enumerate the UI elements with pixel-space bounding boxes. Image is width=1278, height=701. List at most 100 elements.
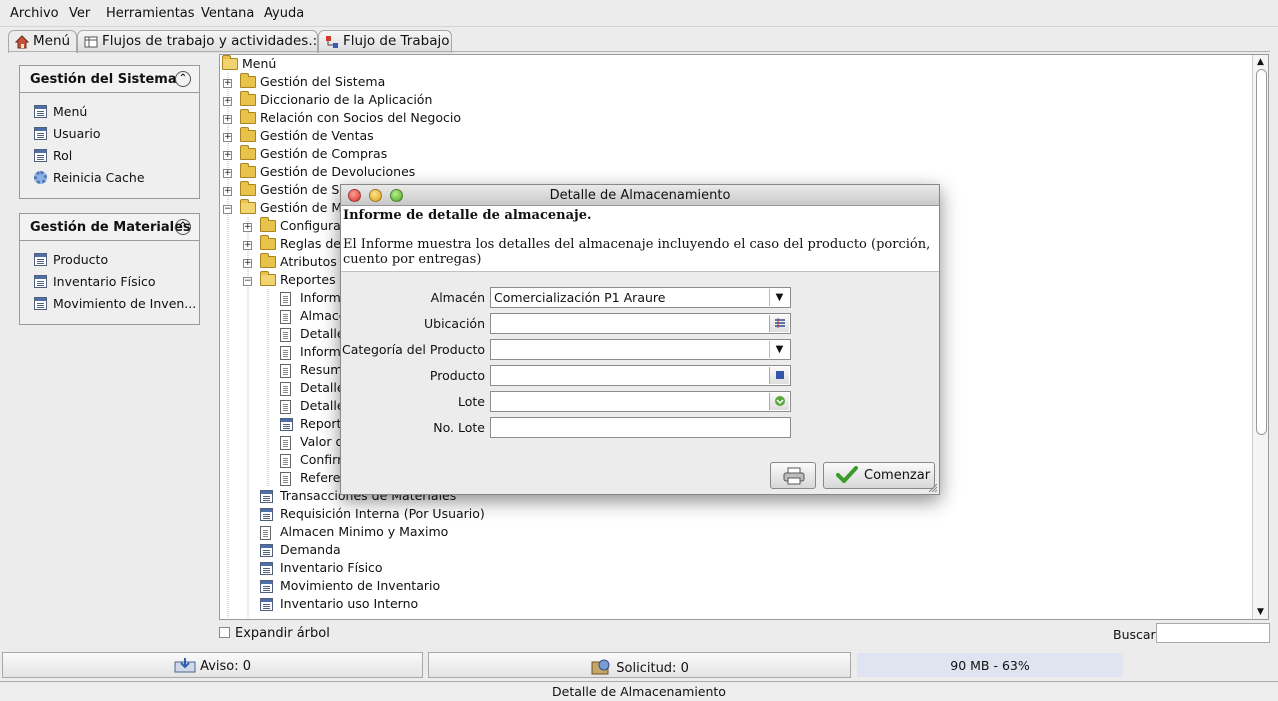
menu-bar: Archivo Ver Herramientas Ventana Ayuda (0, 0, 1278, 27)
lot-no-input[interactable] (490, 417, 791, 438)
lot-field[interactable] (490, 391, 791, 412)
window-icon (34, 297, 47, 310)
expand-icon[interactable]: + (223, 151, 232, 160)
start-button[interactable]: Comenzar (823, 462, 935, 489)
report-icon (280, 454, 291, 468)
warehouse-select[interactable]: Comercialización P1 Araure ▼ (490, 287, 791, 308)
folder-icon (240, 145, 256, 160)
location-field[interactable] (490, 313, 791, 334)
tab-bar: Menú Flujos de trabajo y actividades.: 0… (0, 28, 1278, 53)
expand-icon[interactable]: + (223, 133, 232, 142)
menu-ver[interactable]: Ver (69, 6, 90, 21)
scroll-down-icon[interactable]: ▼ (1257, 607, 1264, 617)
home-icon (15, 35, 29, 49)
panel-item-menu[interactable]: Menú (20, 101, 199, 123)
resize-grip-icon[interactable] (928, 483, 938, 493)
collapse-node-icon[interactable]: − (223, 205, 232, 214)
workflow-icon (326, 36, 338, 48)
collapse-node-icon[interactable]: − (243, 277, 252, 286)
lot-label: Lote (458, 394, 485, 409)
menu-ayuda[interactable]: Ayuda (264, 6, 304, 21)
expand-icon[interactable]: + (223, 169, 232, 178)
tab-workflows[interactable]: Flujos de trabajo y actividades.: 0 (77, 30, 330, 53)
tab-divider (8, 51, 1270, 52)
panel-item-reset-cache[interactable]: Reinicia Cache (20, 167, 199, 189)
expand-icon[interactable]: + (223, 115, 232, 124)
panel-item-role[interactable]: Rol (20, 145, 199, 167)
folder-icon (240, 181, 256, 196)
window-icon (260, 490, 273, 503)
expand-icon[interactable]: + (243, 223, 252, 232)
tab-workflow[interactable]: Flujo de Trabajo (318, 30, 452, 53)
window-icon (260, 580, 273, 593)
report-icon (280, 436, 291, 450)
close-icon[interactable] (348, 189, 361, 202)
chevron-down-icon[interactable]: ▼ (769, 341, 789, 358)
panel-item-physical-inventory[interactable]: Inventario Físico (20, 271, 199, 293)
lot-no-row: No. Lote (341, 417, 941, 441)
panel-materials-title[interactable]: Gestión de Materiales ⌃ (20, 214, 199, 241)
scroll-thumb[interactable] (1256, 69, 1267, 435)
search-input[interactable] (1156, 623, 1270, 643)
expand-icon[interactable]: + (223, 187, 232, 196)
expand-icon[interactable]: + (243, 241, 252, 250)
dialog-heading: Informe de detalle de almacenaje. (343, 208, 592, 223)
search-label: Buscar (1113, 627, 1156, 642)
maximize-icon[interactable] (390, 189, 403, 202)
category-select[interactable]: ▼ (490, 339, 791, 360)
folder-icon (260, 253, 276, 268)
table-icon (84, 36, 98, 48)
tree-scrollbar[interactable]: ▲ ▼ (1252, 55, 1268, 619)
product-field[interactable] (490, 365, 791, 386)
expand-icon[interactable]: + (223, 79, 232, 88)
report-icon (280, 382, 291, 396)
window-icon (260, 544, 273, 557)
lot-no-label: No. Lote (433, 420, 485, 435)
panel-system: Gestión del Sistema ⌃ Menú Usuario Rol R… (19, 65, 200, 199)
panel-system-title[interactable]: Gestión del Sistema ⌃ (20, 66, 199, 93)
window-icon (34, 253, 47, 266)
collapse-icon[interactable]: ⌃ (175, 71, 191, 87)
warehouse-row: Almacén Comercialización P1 Araure ▼ (341, 287, 941, 311)
report-icon (280, 346, 291, 360)
notice-status[interactable]: Aviso: 0 (2, 652, 423, 678)
expand-icon[interactable]: + (243, 259, 252, 268)
gear-icon (34, 171, 47, 184)
location-picker-icon[interactable] (769, 315, 789, 332)
lot-row: Lote (341, 391, 941, 415)
lot-picker-icon[interactable] (769, 393, 789, 410)
memory-indicator[interactable]: 90 MB - 63% (857, 653, 1123, 677)
report-icon (280, 292, 291, 306)
tab-workflow-label: Flujo de Trabajo (343, 33, 450, 49)
product-search-icon[interactable] (769, 367, 789, 384)
expand-tree-checkbox[interactable]: Expandir árbol (219, 626, 330, 641)
request-icon (591, 659, 610, 675)
checkmark-icon (836, 466, 858, 483)
dialog-description-text: El Informe muestra los detalles del alma… (343, 237, 931, 267)
tab-menu[interactable]: Menú (8, 30, 77, 53)
minimize-icon[interactable] (369, 189, 382, 202)
window-icon (34, 105, 47, 118)
chevron-down-icon[interactable]: ▼ (769, 289, 789, 306)
panel-item-inventory-move[interactable]: Movimiento de Inven... (20, 293, 199, 315)
window-icon (280, 418, 293, 431)
checkbox-box[interactable] (219, 627, 230, 638)
collapse-icon[interactable]: ⌃ (175, 219, 191, 235)
panel-item-user[interactable]: Usuario (20, 123, 199, 145)
menu-archivo[interactable]: Archivo (10, 6, 59, 21)
folder-icon (240, 163, 256, 178)
dialog-titlebar[interactable]: Detalle de Almacenamiento (341, 185, 939, 206)
location-row: Ubicación (341, 313, 941, 337)
panel-item-product[interactable]: Producto (20, 249, 199, 271)
menu-herramientas[interactable]: Herramientas (106, 6, 195, 21)
menu-ventana[interactable]: Ventana (201, 6, 254, 21)
request-status[interactable]: Solicitud: 0 (428, 652, 851, 678)
folder-icon (260, 235, 276, 250)
folder-icon (240, 91, 256, 106)
report-icon (280, 400, 291, 414)
print-button[interactable] (770, 462, 816, 489)
expand-icon[interactable]: + (223, 97, 232, 106)
scroll-up-icon[interactable]: ▲ (1257, 57, 1264, 67)
window-icon (260, 598, 273, 611)
window-icon (34, 127, 47, 140)
